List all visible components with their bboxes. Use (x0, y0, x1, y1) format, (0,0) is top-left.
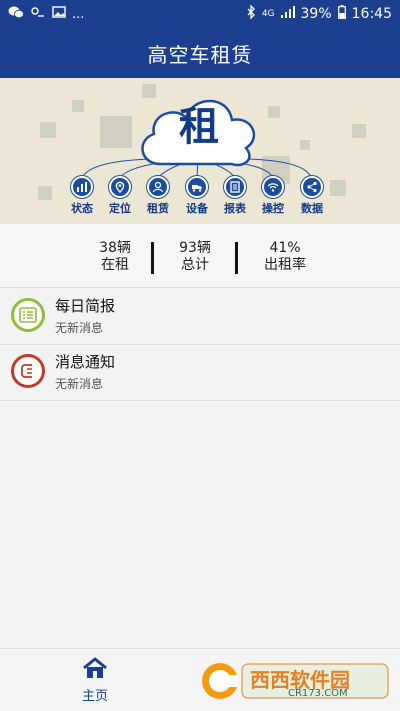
stat-value: 41% (269, 240, 301, 256)
nav-report[interactable]: 报表 (215, 176, 255, 216)
watermark-logo: 西西软件园 CR173.COM (196, 658, 392, 704)
list-item-daily-report[interactable]: 每日简报 无新消息 (0, 289, 400, 345)
list-item-title: 消息通知 (55, 353, 116, 371)
clock: 16:45 (351, 6, 392, 22)
signal-icon (280, 6, 295, 22)
daily-report-icon (11, 298, 45, 332)
list-item-notification[interactable]: 消息通知 无新消息 (0, 345, 400, 401)
list-item-subtitle: 无新消息 (55, 321, 104, 335)
share-icon (301, 176, 323, 198)
bar-chart-icon (71, 176, 93, 198)
stat-value: 38辆 (99, 240, 131, 256)
nav-equipment[interactable]: 设备 (177, 176, 217, 216)
nav-data[interactable]: 数据 (292, 176, 332, 216)
stat-label: 总计 (181, 257, 209, 273)
stat-label: 出租率 (264, 257, 306, 273)
nav-label: 租赁 (147, 202, 169, 215)
cloud-glyph: 租 (179, 103, 219, 150)
nav-status[interactable]: 状态 (62, 176, 102, 216)
document-icon (224, 176, 246, 198)
stats-panel: 38辆 在租 93辆 总计 41% 出租率 (0, 224, 400, 288)
status-bar-right: 4G 39% 16:45 (246, 4, 392, 23)
wechat-icon (8, 6, 24, 23)
status-bar: ... 4G 39% 16:45 (0, 0, 400, 28)
banner: 租 状态 定位 租赁 设备 报表 操控 数据 (0, 78, 400, 224)
network-type: 4G (261, 9, 275, 19)
notification-icon (11, 354, 45, 388)
nav-label: 报表 (224, 202, 246, 215)
nav-label: 设备 (186, 202, 208, 215)
stat-value: 93辆 (179, 240, 211, 256)
wifi-icon (262, 176, 284, 198)
image-icon (52, 6, 66, 22)
bluetooth-icon (246, 4, 256, 23)
tab-home-label: 主页 (81, 689, 108, 704)
person-icon (147, 176, 169, 198)
list-item-title: 每日简报 (55, 297, 116, 315)
truck-icon (186, 176, 208, 198)
status-bar-left: ... (8, 6, 84, 23)
tab-home[interactable]: 主页 (70, 657, 120, 704)
stat-on-rent: 38辆 在租 (70, 240, 160, 274)
nav-label: 数据 (301, 202, 323, 215)
stat-label: 在租 (101, 257, 129, 273)
location-pin-icon (109, 176, 131, 198)
nav-label: 操控 (262, 202, 284, 215)
list-item-subtitle: 无新消息 (55, 377, 104, 391)
more-notifications: ... (72, 6, 85, 22)
stat-total: 93辆 总计 (150, 240, 240, 274)
stat-divider (235, 242, 238, 274)
battery-percent: 39% (300, 6, 332, 22)
app-header: 高空车租赁 (0, 28, 400, 78)
battery-icon (337, 5, 346, 23)
nav-label: 状态 (71, 202, 93, 215)
stat-rental-rate: 41% 出租率 (240, 240, 330, 274)
page-title: 高空车租赁 (147, 42, 253, 67)
nav-location[interactable]: 定位 (100, 176, 140, 216)
watermark-url: CR173.COM (288, 688, 348, 699)
nav-rental[interactable]: 租赁 (138, 176, 178, 216)
nav-label: 定位 (109, 202, 131, 215)
weather-icon (30, 6, 46, 23)
nav-control[interactable]: 操控 (253, 176, 293, 216)
home-icon (82, 657, 108, 683)
